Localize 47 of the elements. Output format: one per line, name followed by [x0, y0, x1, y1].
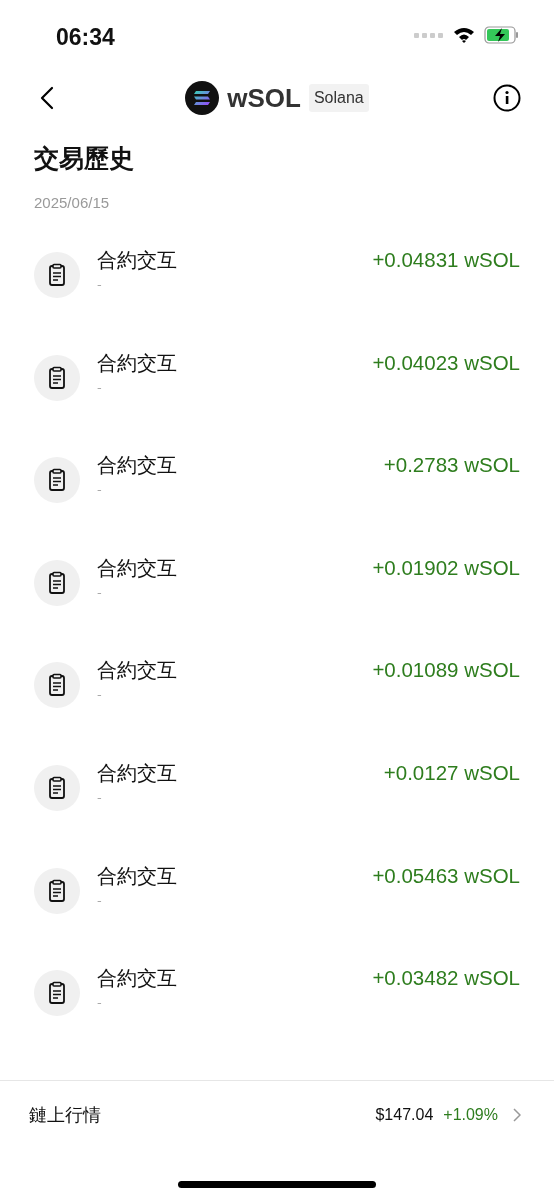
transaction-amount: +0.03482 wSOL: [372, 965, 520, 992]
price-change: +1.09%: [443, 1106, 498, 1124]
clipboard-icon: [34, 252, 80, 298]
transaction-detail: -: [97, 789, 103, 805]
transaction-type: 合約交互: [97, 965, 178, 992]
transaction-type: 合約交互: [97, 452, 178, 479]
signal-icon: [414, 31, 444, 39]
transaction-type: 合約交互: [97, 657, 178, 684]
transaction-detail: -: [97, 482, 103, 498]
wifi-icon: [453, 27, 475, 43]
transaction-detail: -: [97, 379, 103, 395]
clipboard-icon: [34, 970, 80, 1017]
transaction-detail: -: [97, 277, 103, 292]
transaction-amount: +0.01902 wSOL: [372, 554, 520, 581]
info-icon[interactable]: [493, 84, 521, 112]
chevron-icon: [513, 1108, 521, 1122]
transaction-type: 合約交互: [97, 862, 178, 889]
transaction-detail: -: [97, 995, 103, 1011]
transaction-detail: -: [97, 584, 103, 600]
transaction-type: 合約交互: [97, 247, 178, 273]
transaction-amount: +0.2783 wSOL: [383, 452, 520, 479]
token-name: wSOL: [227, 82, 301, 114]
network-tag: Solana: [308, 84, 369, 112]
transaction-type: 合約交互: [97, 349, 178, 376]
token-logo-icon: [185, 81, 220, 115]
battery-icon: [484, 26, 520, 44]
transaction-amount: +0.04831 wSOL: [372, 247, 520, 273]
clipboard-icon: [34, 354, 80, 401]
transaction-type: 合約交互: [97, 759, 178, 786]
clipboard-icon: [34, 867, 80, 914]
clipboard-icon: [34, 559, 80, 606]
clipboard-icon: [34, 662, 80, 709]
market-price: $147.04: [375, 1106, 434, 1124]
transaction-type: 合約交互: [97, 554, 178, 581]
date-header: 2025/06/15: [34, 194, 111, 211]
transaction-amount: +0.01089 wSOL: [372, 657, 520, 684]
back-icon[interactable]: [40, 86, 54, 110]
transaction-detail: -: [97, 892, 103, 908]
status-time: 06:34: [56, 22, 115, 51]
transaction-amount: +0.04023 wSOL: [372, 349, 520, 376]
transaction-detail: -: [97, 687, 103, 703]
transaction-amount: +0.0127 wSOL: [383, 759, 520, 786]
transaction-amount: +0.05463 wSOL: [372, 862, 520, 889]
clipboard-icon: [34, 457, 80, 504]
page-title: 交易歷史: [34, 143, 135, 175]
clipboard-icon: [34, 764, 80, 811]
market-label: 鏈上行情: [29, 1103, 102, 1127]
